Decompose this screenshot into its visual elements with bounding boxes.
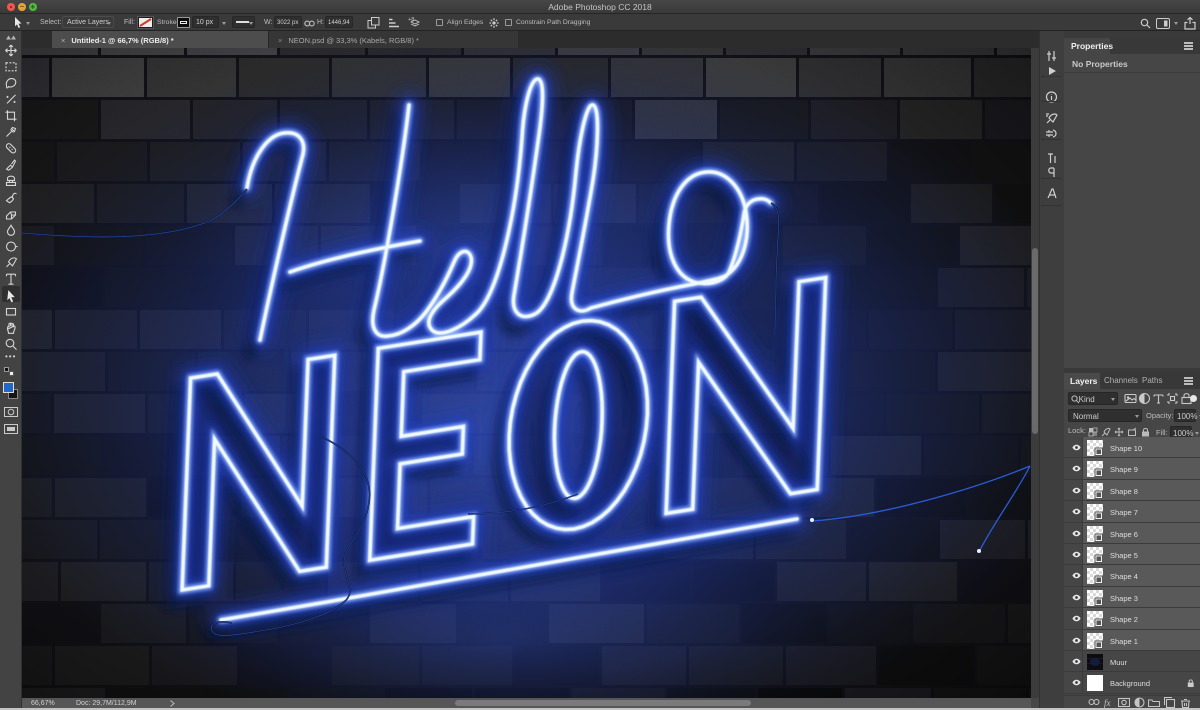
svg-text:fx: fx [1104,698,1111,708]
